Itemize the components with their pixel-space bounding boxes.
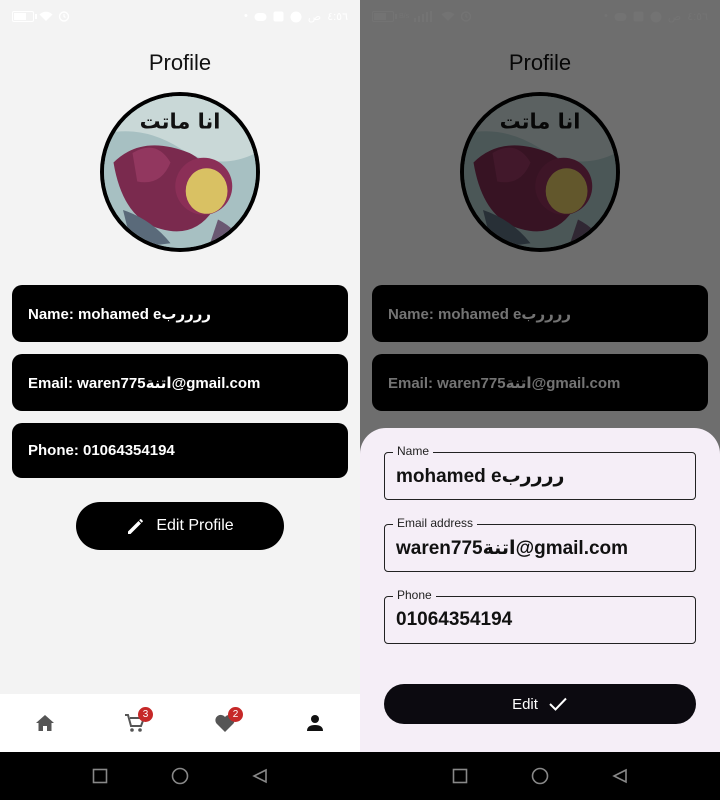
email-input[interactable]: Email address waren775اتنة@gmail.com (384, 516, 696, 572)
alarm-icon (460, 11, 472, 22)
person-icon (307, 715, 323, 731)
avatar-image: انا ماتت (104, 96, 256, 248)
email-input-label: Email address (393, 516, 478, 530)
system-navigation (0, 752, 360, 800)
page-title: Profile (508, 50, 572, 75)
status-bar: B/s • ص ٤:٥٦ (360, 0, 720, 36)
wifi-icon (441, 11, 455, 21)
dot-icon: • (604, 10, 608, 22)
messenger-icon (650, 11, 662, 22)
check-icon (549, 697, 567, 711)
status-bar: • ص ٤:٥٦ (0, 0, 360, 36)
home-button-icon[interactable] (531, 767, 549, 785)
phone-input[interactable]: Phone 01064354194 (384, 588, 696, 644)
battery-icon (372, 10, 397, 22)
back-icon[interactable] (612, 768, 628, 784)
avatar-caption: انا ماتت (500, 109, 581, 133)
name-field: Name: mohamed eررررب (372, 285, 708, 342)
office-icon (273, 11, 284, 22)
game-icon (614, 12, 627, 21)
edit-submit-button[interactable]: Edit (384, 684, 696, 724)
phone-input-label: Phone (393, 588, 436, 602)
cart-badge: 3 (138, 707, 153, 722)
time-suffix: ص (667, 11, 682, 23)
battery-icon (12, 10, 37, 22)
time-suffix: ص (307, 11, 322, 23)
nav-profile[interactable] (295, 703, 335, 743)
favorites-badge: 2 (228, 707, 243, 722)
nav-cart[interactable]: 3 (115, 703, 155, 743)
back-icon[interactable] (252, 768, 268, 784)
avatar: انا ماتت (460, 92, 620, 252)
nav-home[interactable] (25, 703, 65, 743)
home-button-icon[interactable] (171, 767, 189, 785)
page-title: Profile (148, 50, 212, 75)
email-input-value: waren775اتنة@gmail.com (396, 538, 629, 559)
recents-icon[interactable] (452, 768, 468, 784)
edit-submit-label: Edit (512, 695, 538, 713)
profile-screen: • ص ٤:٥٦ Profile انا ماتت Name: mohamed … (0, 0, 360, 800)
name-input[interactable]: Name mohamed eررررب (384, 444, 696, 500)
nav-favorites[interactable]: 2 (205, 703, 245, 743)
pencil-icon (128, 519, 144, 534)
avatar-image: انا ماتت (464, 96, 616, 248)
email-field: Email: waren775اتنة@gmail.com (12, 354, 348, 411)
edit-profile-button[interactable]: Edit Profile (76, 502, 284, 550)
edit-profile-label: Edit Profile (156, 517, 234, 534)
home-icon (36, 715, 54, 731)
dot-icon: • (244, 10, 248, 22)
recents-icon[interactable] (92, 768, 108, 784)
clock: ٤:٥٦ (327, 11, 348, 23)
name-input-label: Name (393, 444, 434, 458)
alarm-icon (58, 11, 70, 22)
clock: ٤:٥٦ (687, 11, 708, 23)
messenger-icon (290, 11, 302, 22)
signal-icon (414, 10, 433, 22)
bottom-navigation: 3 2 (0, 694, 360, 752)
network-speed: B/s (399, 12, 410, 20)
edit-bottom-sheet: Name mohamed eررررب Email address waren7… (360, 428, 720, 752)
avatar-caption: انا ماتت (140, 109, 221, 133)
edit-profile-screen: B/s • ص ٤:٥٦ Profile انا ماتت Name: moha… (360, 0, 720, 800)
phone-input-value: 01064354194 (396, 609, 513, 630)
office-icon (633, 11, 644, 22)
email-field: Email: waren775اتنة@gmail.com (372, 354, 708, 411)
avatar[interactable]: انا ماتت (100, 92, 260, 252)
system-navigation (360, 752, 720, 800)
phone-field: Phone: 01064354194 (12, 423, 348, 478)
name-input-value: mohamed eررررب (396, 466, 565, 487)
name-field: Name: mohamed eررررب (12, 285, 348, 342)
wifi-icon (39, 11, 53, 21)
game-icon (254, 12, 267, 21)
